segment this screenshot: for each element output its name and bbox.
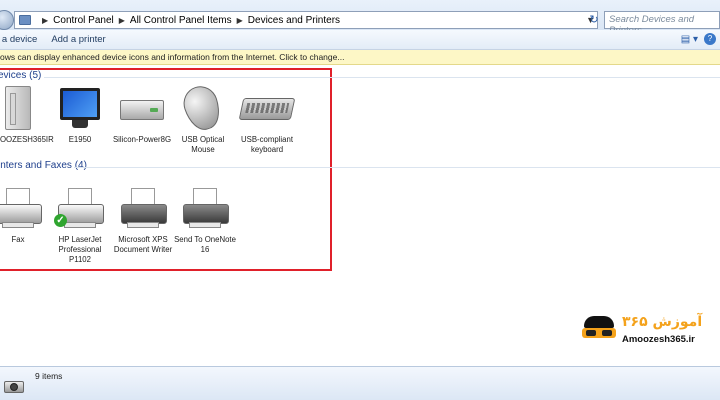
fax-icon [0, 184, 46, 232]
add-printer-button[interactable]: Add a printer [51, 34, 105, 45]
details-pane: 9 items [0, 366, 720, 400]
mouse-icon [175, 81, 231, 135]
folder-icon [19, 15, 31, 25]
info-bar[interactable]: ows can display enhanced device icons an… [0, 50, 720, 65]
address-bar[interactable]: ▶ Control Panel ▶ All Control Panel Item… [14, 11, 598, 29]
help-icon[interactable]: ? [704, 33, 716, 45]
printer-icon: ✓ [52, 184, 108, 232]
keyboard-icon [238, 84, 296, 132]
device-item[interactable]: E1950 [47, 84, 113, 145]
camera-printer-icon [4, 373, 24, 399]
view-options-icon[interactable]: ▤ ▾ [681, 34, 698, 45]
device-label: USB Optical Mouse [181, 135, 225, 154]
device-item[interactable]: AMOOZESH365IR [0, 84, 54, 145]
printer-label: HP LaserJet Professional P1102 [58, 235, 102, 264]
computer-icon [0, 84, 49, 132]
logo-brand: آموزش ۳۶۵ [622, 314, 703, 330]
default-check-icon: ✓ [54, 214, 67, 227]
breadcrumb-control-panel[interactable]: Control Panel [53, 15, 114, 26]
printer-item[interactable]: ✓ HP LaserJet Professional P1102 [47, 184, 113, 265]
printer-icon [115, 184, 171, 232]
watermark-logo: آموزش ۳۶۵ Amoozesh365.ir [582, 314, 720, 354]
printer-icon [177, 184, 233, 232]
chevron-right-icon[interactable]: ▶ [237, 16, 243, 25]
command-bar: d a device Add a printer ▤ ▾ ? [0, 30, 720, 50]
printers-group-header[interactable]: inters and Faxes (4) [0, 160, 87, 171]
printer-item[interactable]: Fax [0, 184, 51, 245]
refresh-icon[interactable]: ↻ [587, 13, 601, 27]
printer-label: Fax [11, 235, 25, 244]
device-item[interactable]: USB Optical Mouse [170, 81, 236, 155]
group-divider [74, 167, 720, 168]
printer-item[interactable]: Microsoft XPS Document Writer [110, 184, 176, 255]
chevron-right-icon[interactable]: ▶ [119, 16, 125, 25]
breadcrumb: ▶ Control Panel ▶ All Control Panel Item… [37, 15, 340, 26]
item-count: 9 items [35, 371, 63, 381]
device-item[interactable]: Silicon-Power8G [109, 84, 175, 145]
group-divider [44, 77, 720, 78]
printer-label: Microsoft XPS Document Writer [113, 235, 173, 254]
back-button[interactable] [0, 10, 14, 30]
device-label: Silicon-Power8G [112, 135, 172, 144]
device-label: E1950 [68, 135, 92, 144]
devices-group-header[interactable]: evices (5) [0, 70, 41, 81]
usb-drive-icon [114, 84, 170, 132]
logo-url: Amoozesh365.ir [622, 334, 695, 345]
printer-item[interactable]: Send To OneNote 16 [172, 184, 238, 255]
logo-face-icon [582, 314, 616, 348]
breadcrumb-devices-printers[interactable]: Devices and Printers [248, 15, 340, 26]
add-device-button[interactable]: d a device [0, 34, 37, 45]
search-input[interactable]: Search Devices and Printers [604, 11, 720, 36]
chevron-right-icon[interactable]: ▶ [42, 16, 48, 25]
device-item[interactable]: USB-compliant keyboard [234, 84, 300, 155]
monitor-icon [52, 84, 108, 132]
printer-label: Send To OneNote 16 [174, 235, 236, 254]
device-label: AMOOZESH365IR [0, 135, 54, 144]
device-label: USB-compliant keyboard [241, 135, 293, 154]
breadcrumb-all-items[interactable]: All Control Panel Items [130, 15, 232, 26]
